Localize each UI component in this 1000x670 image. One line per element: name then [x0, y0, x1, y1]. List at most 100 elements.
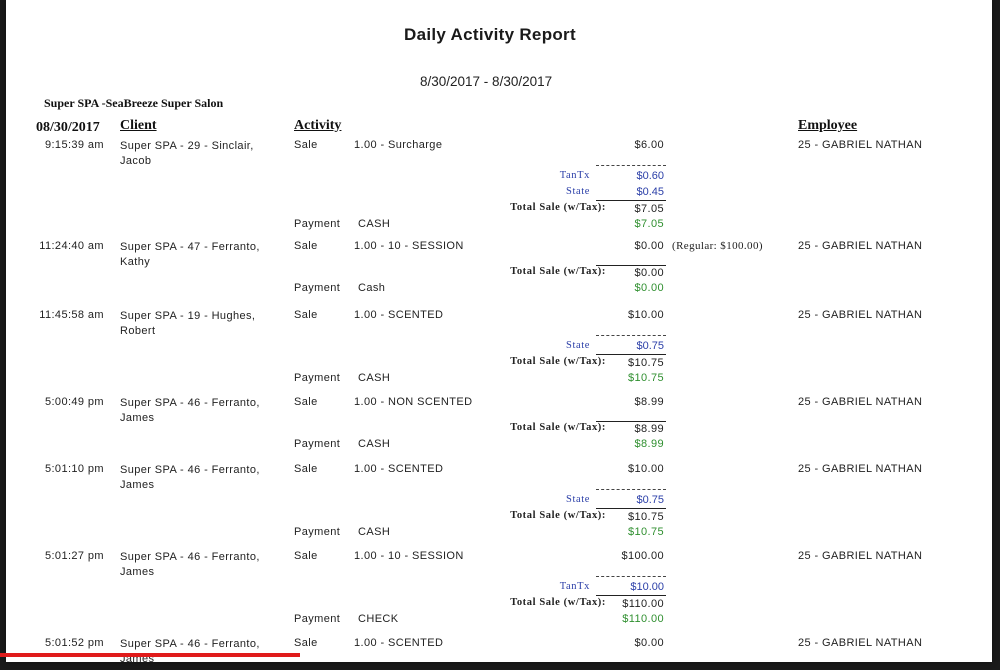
- payment-method: CASH: [358, 438, 391, 450]
- regular-price-note: (Regular: $100.00): [672, 240, 763, 252]
- total-sale-label: Total Sale (w/Tax):: [510, 510, 606, 521]
- activity-type: Sale: [294, 637, 318, 649]
- sale-amount: $10.00: [627, 463, 664, 475]
- tax-label: State: [566, 186, 590, 197]
- sale-amount: $100.00: [621, 550, 664, 562]
- client-name: Super SPA - 46 - Ferranto, James: [120, 397, 260, 424]
- activity-item: 1.00 - SCENTED: [354, 309, 444, 321]
- total-sale-amount: $8.99: [634, 423, 664, 435]
- payment-amount: $0.00: [634, 282, 664, 294]
- total-sale-amount: $10.75: [627, 511, 664, 523]
- client-name: Super SPA - 46 - Ferranto, James: [120, 464, 260, 491]
- payment-label: Payment: [294, 218, 341, 230]
- report-title: Daily Activity Report: [404, 25, 576, 44]
- employee-name: 25 - GABRIEL NATHAN: [798, 309, 923, 321]
- payment-label: Payment: [294, 372, 341, 384]
- sale-amount: $0.00: [634, 240, 664, 252]
- company-name: Super SPA -SeaBreeze Super Salon: [44, 96, 224, 110]
- tax-amount: $0.75: [636, 494, 664, 506]
- total-sale-label: Total Sale (w/Tax):: [510, 356, 606, 367]
- tax-label: TanTx: [559, 581, 590, 592]
- client-column-header: Client: [120, 118, 157, 133]
- activity-type: Sale: [294, 240, 318, 252]
- activity-time: 5:01:52 pm: [44, 637, 104, 649]
- tax-separator: [596, 576, 666, 577]
- activity-item: 1.00 - SCENTED: [354, 637, 444, 649]
- payment-label: Payment: [294, 282, 341, 294]
- tax-amount: $0.60: [636, 170, 664, 182]
- tax-separator: [596, 165, 666, 166]
- activity-item: 1.00 - NON SCENTED: [354, 396, 473, 408]
- payment-method: CASH: [358, 526, 391, 538]
- sale-amount: $10.00: [627, 309, 664, 321]
- tax-total-rule: [596, 508, 666, 509]
- tax-total-rule: [596, 354, 666, 355]
- date-range: 8/30/2017 - 8/30/2017: [420, 74, 553, 89]
- tax-label: State: [566, 340, 590, 351]
- client-name: Super SPA - 46 - Ferranto, James: [120, 638, 260, 662]
- payment-label: Payment: [294, 438, 341, 450]
- employee-name: 25 - GABRIEL NATHAN: [798, 396, 923, 408]
- total-sale-amount: $7.05: [634, 203, 664, 215]
- payment-amount: $10.75: [627, 526, 664, 538]
- activity-time: 5:01:10 pm: [44, 463, 104, 475]
- payment-label: Payment: [294, 526, 341, 538]
- activity-type: Sale: [294, 139, 318, 151]
- tax-total-rule: [596, 200, 666, 201]
- employee-name: 25 - GABRIEL NATHAN: [798, 550, 923, 562]
- tax-total-rule: [596, 595, 666, 596]
- activity-item: 1.00 - 10 - SESSION: [354, 240, 464, 252]
- tax-label: TanTx: [559, 170, 590, 181]
- activity-item: 1.00 - 10 - SESSION: [354, 550, 464, 562]
- total-sale-label: Total Sale (w/Tax):: [510, 597, 606, 608]
- tax-separator: [596, 489, 666, 490]
- activity-time: 5:01:27 pm: [44, 550, 104, 562]
- payment-method: CHECK: [358, 613, 399, 625]
- activity-type: Sale: [294, 463, 318, 475]
- payment-amount: $8.99: [634, 438, 664, 450]
- sale-amount: $6.00: [634, 139, 664, 151]
- total-sale-label: Total Sale (w/Tax):: [510, 202, 606, 213]
- payment-amount: $7.05: [634, 218, 664, 230]
- activity-time: 5:00:49 pm: [44, 396, 104, 408]
- activity-type: Sale: [294, 309, 318, 321]
- total-sale-amount: $110.00: [622, 598, 664, 610]
- tax-amount: $0.45: [636, 186, 664, 198]
- client-name: Super SPA - 29 - Sinclair, Jacob: [120, 140, 254, 167]
- activity-time: 11:24:40 am: [39, 240, 104, 252]
- total-rule: [596, 421, 666, 422]
- payment-amount: $110.00: [622, 613, 664, 625]
- client-name: Super SPA - 19 - Hughes, Robert: [120, 310, 256, 337]
- total-sale-amount: $0.00: [634, 267, 664, 279]
- employee-name: 25 - GABRIEL NATHAN: [798, 637, 923, 649]
- sale-amount: $0.00: [634, 637, 664, 649]
- payment-method: Cash: [358, 282, 386, 294]
- payment-label: Payment: [294, 613, 341, 625]
- employee-name: 25 - GABRIEL NATHAN: [798, 240, 923, 252]
- activity-type: Sale: [294, 396, 318, 408]
- payment-amount: $10.75: [627, 372, 664, 384]
- report-date-header: 08/30/2017: [36, 120, 100, 135]
- activity-type: Sale: [294, 550, 318, 562]
- activity-time: 11:45:58 am: [39, 309, 104, 321]
- sale-amount: $8.99: [634, 396, 664, 408]
- total-sale-label: Total Sale (w/Tax):: [510, 422, 606, 433]
- employee-name: 25 - GABRIEL NATHAN: [798, 463, 923, 475]
- total-sale-amount: $10.75: [627, 357, 664, 369]
- report-page: Daily Activity Report 8/30/2017 - 8/30/2…: [6, 0, 992, 662]
- activity-column-header: Activity: [294, 118, 342, 133]
- employee-name: 25 - GABRIEL NATHAN: [798, 139, 923, 151]
- tax-separator: [596, 335, 666, 336]
- client-name: Super SPA - 46 - Ferranto, James: [120, 551, 260, 578]
- activity-item: 1.00 - Surcharge: [354, 139, 443, 151]
- client-name: Super SPA - 47 - Ferranto, Kathy: [120, 241, 260, 268]
- total-sale-label: Total Sale (w/Tax):: [510, 266, 606, 277]
- total-rule: [596, 265, 666, 266]
- video-progress-bar[interactable]: [0, 653, 300, 657]
- tax-label: State: [566, 494, 590, 505]
- activity-item: 1.00 - SCENTED: [354, 463, 444, 475]
- tax-amount: $10.00: [630, 581, 664, 593]
- tax-amount: $0.75: [636, 340, 664, 352]
- payment-method: CASH: [358, 218, 391, 230]
- payment-method: CASH: [358, 372, 391, 384]
